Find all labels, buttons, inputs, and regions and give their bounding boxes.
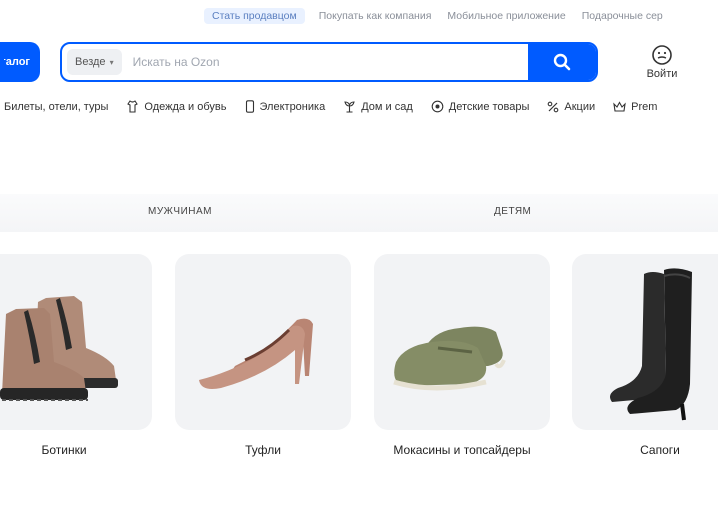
category-electronics[interactable]: Электроника [245, 100, 326, 113]
top-link-become-seller[interactable]: Стать продавцом [204, 8, 305, 24]
user-face-icon [652, 45, 672, 65]
tab-men[interactable]: Мужчинам [148, 206, 212, 217]
top-link-buy-as-company[interactable]: Покупать как компания [311, 8, 440, 24]
crown-icon [613, 100, 626, 112]
top-links: Стать продавцом Покупать как компания Мо… [204, 8, 671, 24]
category-label: Одежда и обувь [144, 100, 227, 113]
category-premium[interactable]: Prem [613, 100, 657, 113]
category-nav: Билеты, отели, туры Одежда и обувь Элект… [4, 100, 657, 113]
category-home-garden[interactable]: Дом и сад [343, 100, 413, 113]
tab-kids[interactable]: Детям [494, 206, 531, 217]
product-tile-loafers[interactable] [374, 254, 550, 430]
search-button[interactable] [528, 44, 596, 80]
tall-boots-icon [610, 268, 692, 421]
search-scope-label: Везде [75, 56, 106, 68]
login-button[interactable]: Войти [640, 44, 684, 80]
product-label-tall-boots[interactable]: Сапоги [572, 443, 718, 457]
category-sales[interactable]: Акции [547, 100, 595, 113]
search-icon [553, 53, 571, 71]
product-label-heels[interactable]: Туфли [175, 443, 351, 457]
category-label: Prem [631, 100, 658, 113]
top-link-gift-cards[interactable]: Подарочные сер [574, 8, 671, 24]
clothes-icon [127, 100, 139, 113]
category-label: Билеты, отели, туры [4, 100, 109, 113]
kids-icon [431, 100, 444, 113]
loafers-icon [393, 326, 506, 391]
category-label: Детские товары [448, 100, 530, 113]
login-label: Войти [646, 68, 678, 80]
product-label-loafers[interactable]: Мокасины и топсайдеры [374, 443, 550, 457]
catalog-button-label: Каталог [4, 56, 30, 68]
category-kids[interactable]: Детские товары [431, 100, 530, 113]
category-label: Дом и сад [361, 100, 413, 113]
audience-tabs-band [0, 194, 718, 232]
search-scope-select[interactable]: Везде ▾ [67, 49, 122, 75]
catalog-button[interactable]: Каталог [0, 42, 40, 82]
category-label: Электроника [259, 100, 326, 113]
phone-icon [245, 100, 254, 113]
percent-icon [548, 101, 559, 112]
chevron-down-icon: ▾ [109, 57, 114, 67]
category-label: Акции [564, 100, 596, 113]
product-tile-boots[interactable] [0, 254, 152, 430]
product-tile-heels[interactable] [175, 254, 351, 430]
boots-icon [0, 296, 118, 401]
category-clothes[interactable]: Одежда и обувь [126, 100, 227, 113]
search-input[interactable] [126, 44, 528, 80]
heels-icon [199, 318, 313, 389]
product-tile-tall-boots[interactable] [572, 254, 718, 430]
product-label-boots[interactable]: Ботинки [0, 443, 152, 457]
top-link-mobile-app[interactable]: Мобильное приложение [439, 8, 573, 24]
plant-icon [344, 101, 355, 113]
search-bar: Везде ▾ [60, 42, 598, 82]
category-tickets[interactable]: Билеты, отели, туры [4, 100, 108, 113]
